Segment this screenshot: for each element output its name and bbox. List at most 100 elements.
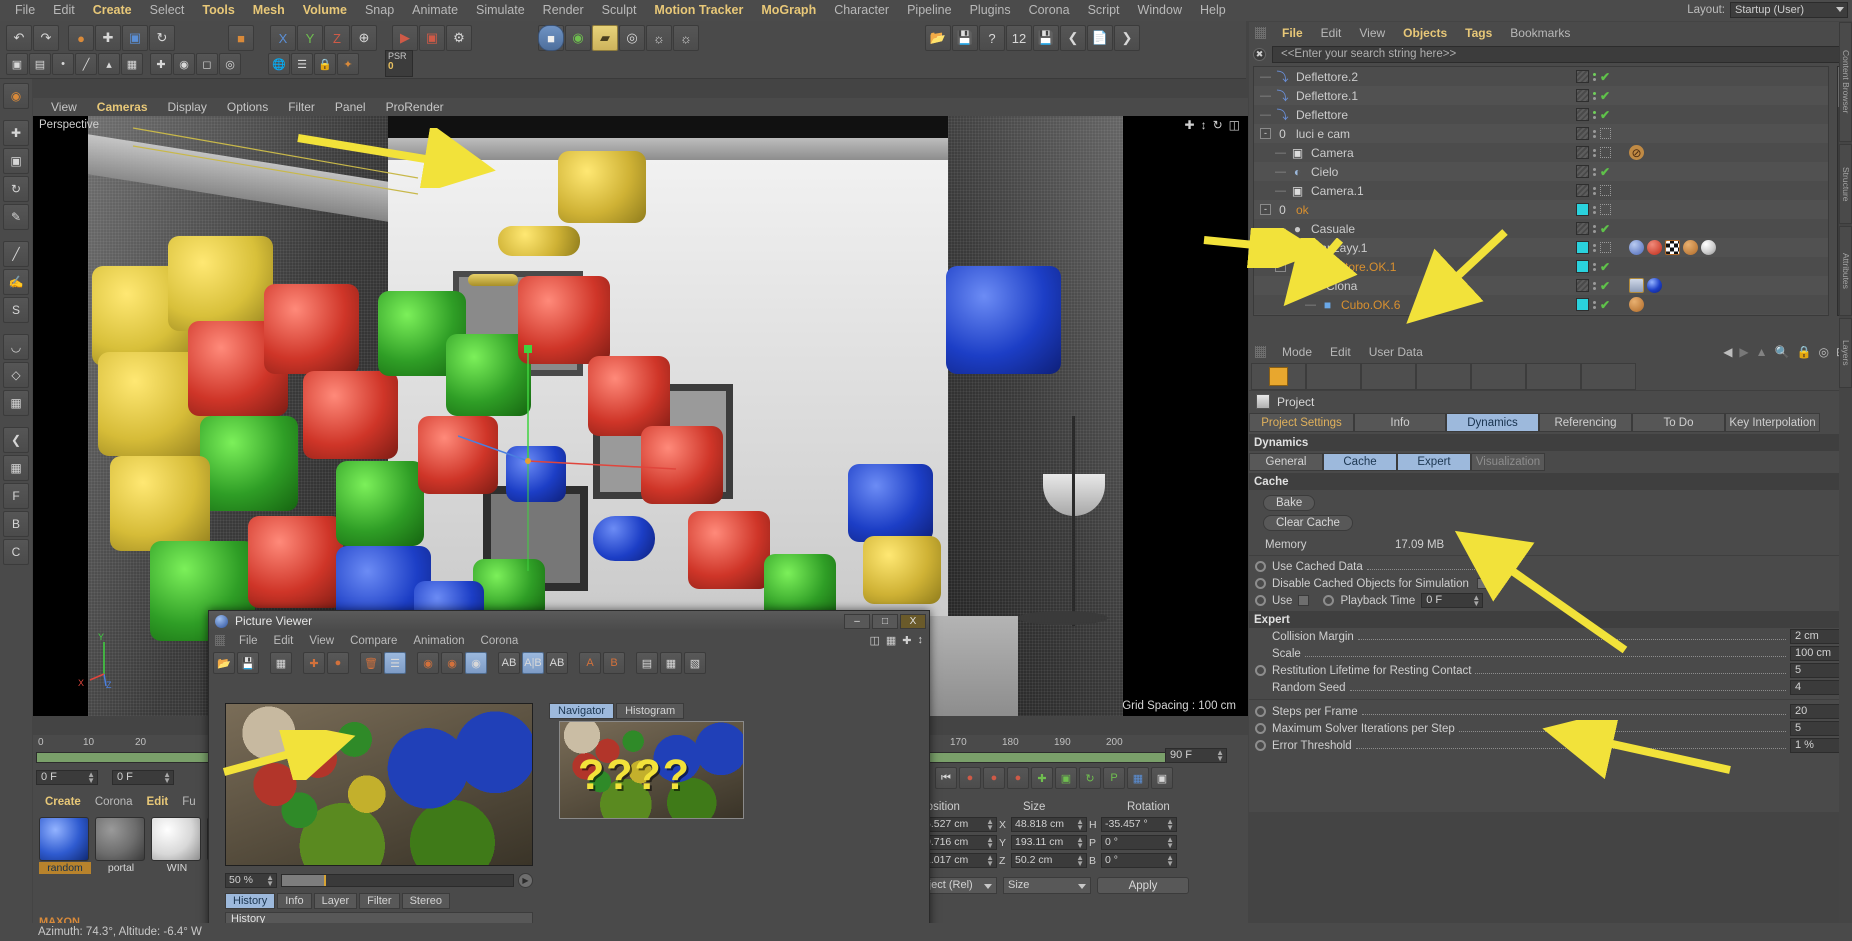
picture-viewer-bottom-tabs[interactable]: History Info Layer Filter Stereo <box>225 893 533 909</box>
orbit-icon[interactable]: ↻ <box>1213 118 1223 132</box>
snap-button[interactable]: ✦ <box>337 53 359 75</box>
attributes-menubar[interactable]: ModeEditUser Data ◀ ▶ ▲ 🔍 🔒 ◎ ⊞ <box>1249 342 1852 361</box>
use-cached-data-checkbox[interactable]: ✔ <box>1500 561 1512 572</box>
viewport-menu-prorender[interactable]: ProRender <box>376 100 454 114</box>
mat-menu-create[interactable]: Create <box>38 796 88 808</box>
menu-item-motion-tracker[interactable]: Motion Tracker <box>645 0 752 21</box>
object-row[interactable]: - ❄ Emettitore.OK.1 ✔ <box>1254 257 1828 276</box>
dynamics-subtab-general[interactable]: General <box>1249 453 1323 471</box>
save-project-button[interactable]: 💾 <box>952 25 978 51</box>
grid-toggle-button[interactable]: ▦ <box>270 652 292 674</box>
uv-mode-button[interactable]: ▦ <box>121 53 143 75</box>
panel-grip-icon[interactable] <box>1255 27 1266 39</box>
pv-menu-file[interactable]: File <box>231 635 266 647</box>
pan-icon[interactable]: ✚ <box>1185 118 1195 132</box>
key-rotation-button[interactable]: ↻ <box>1079 767 1101 789</box>
apply-button[interactable]: Apply <box>1097 877 1189 894</box>
param-radio[interactable] <box>1255 665 1266 676</box>
left-arrow-tool[interactable]: ❮ <box>3 427 29 453</box>
attribute-slot[interactable] <box>1306 363 1361 390</box>
picture-viewer-window[interactable]: Picture Viewer – □ X File Edit View Compare… <box>208 610 930 941</box>
right-tab-strip[interactable]: Content Browser Structure Attributes Lay… <box>1839 22 1852 941</box>
spinner-icon[interactable]: ▲▼ <box>986 836 994 850</box>
coord-row[interactable]: X6.527 cm▲▼X48.818 cm▲▼H-35.457 °▲▼ <box>909 817 1248 832</box>
expert-params-2[interactable]: Steps per Frame20▲▼Maximum Solver Iterat… <box>1249 703 1852 754</box>
corona-light-tag[interactable] <box>1647 240 1662 255</box>
menu-item-mesh[interactable]: Mesh <box>244 0 294 21</box>
object-tags[interactable] <box>1629 240 1716 255</box>
menu-item-character[interactable]: Character <box>825 0 898 21</box>
expert-params[interactable]: Collision Margin2 cm▲▼Scale100 cm▲▼Resti… <box>1249 628 1852 696</box>
mograph-key-button[interactable]: ▣ <box>1151 767 1173 789</box>
picture-viewer-toolbar[interactable]: 📂 💾 ▦ ✚ ● 🗑 ☰ ◉ ◉ ◉ AB A|B AB A B ▤ ▦ ▧ <box>209 650 929 676</box>
object-row-toggles[interactable] <box>1576 241 1611 254</box>
add-cube-button[interactable]: ■ <box>538 25 564 51</box>
attr-menu-edit[interactable]: Edit <box>1321 345 1360 359</box>
bake-button[interactable]: Bake <box>1263 495 1316 511</box>
menu-item-corona[interactable]: Corona <box>1020 0 1079 21</box>
enabled-check-icon[interactable]: ✔ <box>1600 70 1610 84</box>
main-toolbar[interactable]: ↶ ↷ ● ✚ ▣ ↻ ■ X Y Z ⊕ ▶ ▣ ⚙ ■ ∿ ◉ ▰ ◎ <box>0 21 1246 79</box>
visibility-dots[interactable] <box>1593 281 1596 290</box>
attr-menu-user-data[interactable]: User Data <box>1360 345 1432 359</box>
object-tags[interactable] <box>1629 297 1644 312</box>
expander-toggle[interactable]: - <box>1260 204 1271 215</box>
mat-menu-edit[interactable]: Edit <box>140 796 176 808</box>
attr-menu-mode[interactable]: Mode <box>1273 345 1321 359</box>
target-icon[interactable]: ◎ <box>1818 345 1828 359</box>
enabled-check-icon[interactable]: ✔ <box>1600 89 1610 103</box>
minimize-button[interactable]: – <box>844 613 870 629</box>
material-swatch[interactable]: random <box>39 817 91 874</box>
enabled-check-icon[interactable]: ✔ <box>1600 279 1610 293</box>
material-tag[interactable] <box>1701 240 1716 255</box>
f-tool[interactable]: F <box>3 483 29 509</box>
param-row[interactable]: Scale100 cm▲▼ <box>1249 645 1852 662</box>
expander-toggle[interactable]: - <box>1275 261 1286 272</box>
object-manager[interactable]: File Edit View Objects Tags Bookmarks ✖ <<Ent… <box>1249 22 1852 342</box>
coord-size-select[interactable]: Size <box>1003 877 1091 894</box>
next-button[interactable]: ❯ <box>1114 25 1140 51</box>
c-tool[interactable]: C <box>3 539 29 565</box>
compare-diff-button[interactable]: AB <box>546 652 568 674</box>
object-tags[interactable]: ⊘ <box>1629 145 1644 160</box>
attr-tab-referencing[interactable]: Referencing <box>1539 413 1632 432</box>
end-frame-field[interactable]: 0 F ▲ ▼ <box>112 770 174 785</box>
attribute-slot[interactable] <box>1526 363 1581 390</box>
picture-viewer-zoom-row[interactable]: 50 % ▲ ▼ ▶ <box>225 871 533 889</box>
param-radio[interactable] <box>1255 706 1266 717</box>
version-button[interactable]: 12 <box>1006 25 1032 51</box>
blue-material-tag[interactable] <box>1647 278 1662 293</box>
use-cached-data-radio[interactable] <box>1255 561 1266 572</box>
om-menu-file[interactable]: File <box>1273 26 1312 40</box>
coord-field[interactable]: 0.716 cm ▲ ▼ <box>921 835 997 850</box>
object-row[interactable]: — ■ Cubo.OK.6 ✔ <box>1254 295 1828 314</box>
material-swatch[interactable]: portal <box>95 817 147 874</box>
playback-time-field[interactable]: 0 F ▲ ▼ <box>1421 593 1484 608</box>
layer-color-swatch[interactable] <box>1576 203 1589 216</box>
coord-field[interactable]: 193.11 cm ▲ ▼ <box>1011 835 1087 850</box>
world-object-toggle[interactable]: ⊕ <box>351 25 377 51</box>
compare-ab-button[interactable]: AB <box>498 652 520 674</box>
layout-selector[interactable]: Layout: Startup (User) <box>1687 2 1848 18</box>
object-row[interactable]: - ❖ Clona ✔ <box>1254 276 1828 295</box>
layer-color-swatch[interactable] <box>1576 241 1589 254</box>
search-icon[interactable]: 🔍 <box>1775 345 1790 359</box>
visibility-dots[interactable] <box>1593 186 1596 195</box>
enable-toggle[interactable] <box>1600 128 1611 139</box>
polygon-pen-tool[interactable]: ✎ <box>3 204 29 230</box>
object-manager-menubar[interactable]: File Edit View Objects Tags Bookmarks <box>1249 22 1852 44</box>
mat-menu-fu[interactable]: Fu <box>175 796 202 808</box>
coord-row[interactable]: Z1.017 cm▲▼Z50.2 cm▲▼B0 °▲▼ <box>909 853 1248 868</box>
layout-2-button[interactable]: ▦ <box>660 652 682 674</box>
param-row[interactable]: Error Threshold1 %▲▼ <box>1249 737 1852 754</box>
coordinate-manager[interactable]: Position Size Rotation X6.527 cm▲▼X48.81… <box>905 793 1248 941</box>
enabled-check-icon[interactable]: ✔ <box>1600 298 1610 312</box>
lock-icon[interactable]: 🔒 <box>1797 345 1812 359</box>
checker-material-tag[interactable] <box>1665 240 1680 255</box>
visibility-dots[interactable] <box>1593 300 1596 309</box>
left-toolbar[interactable]: ◉ ✚ ▣ ↻ ✎ ╱ ✍ S ◡ ◇ ▦ ❮ ▦ F B C <box>0 79 32 941</box>
menu-item-script[interactable]: Script <box>1079 0 1129 21</box>
menu-item-help[interactable]: Help <box>1191 0 1235 21</box>
prev-button[interactable]: ❮ <box>1060 25 1086 51</box>
model-mode-button[interactable]: ▣ <box>6 53 28 75</box>
